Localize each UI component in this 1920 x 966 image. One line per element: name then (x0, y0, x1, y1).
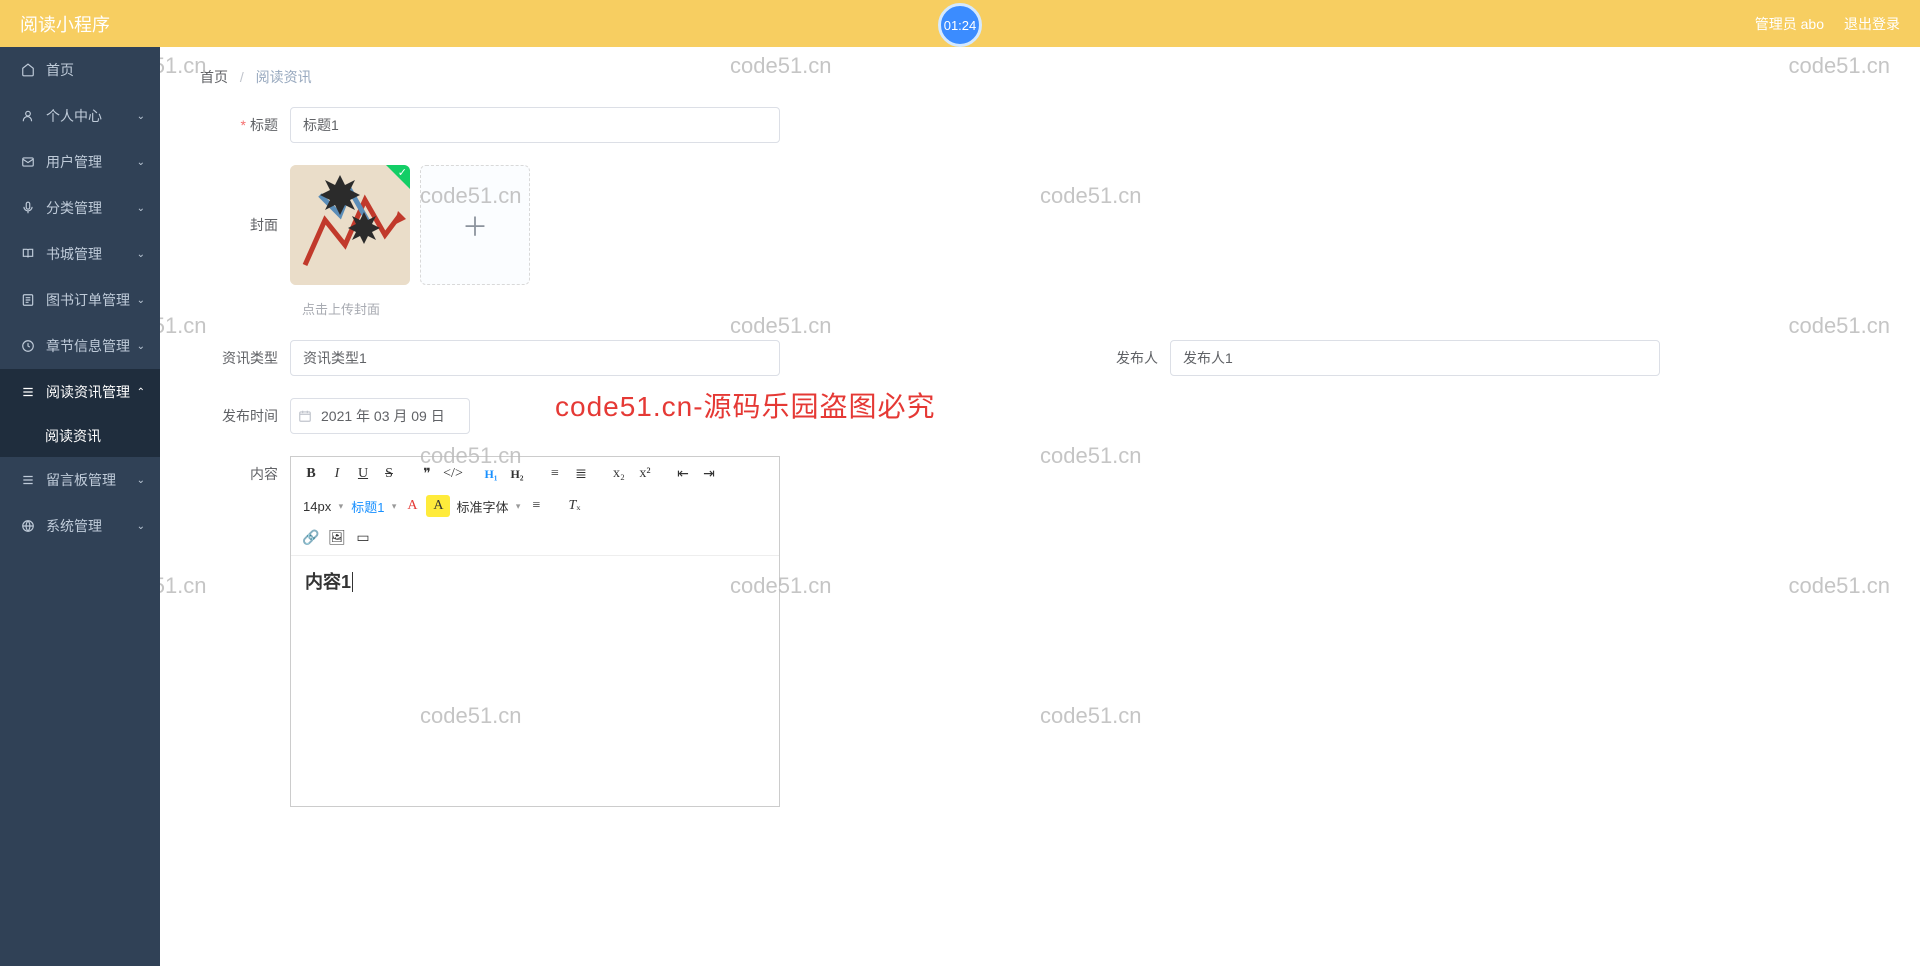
upload-hint: 点击上传封面 (302, 299, 1880, 318)
order-icon (20, 292, 36, 308)
chevron-down-icon: ⌄ (137, 111, 145, 122)
list-icon (20, 472, 36, 488)
book-icon (20, 246, 36, 262)
globe-icon (20, 518, 36, 534)
content-label: 内容 (200, 456, 290, 492)
check-icon: ✓ (398, 166, 407, 179)
strike-button[interactable]: S (377, 463, 401, 485)
bold-button[interactable]: B (299, 463, 323, 485)
sidebar-subitem-news-list[interactable]: 阅读资讯 (0, 415, 160, 457)
h2-button[interactable]: H₂ (505, 463, 529, 485)
image-button[interactable]: 🖼 (325, 527, 349, 549)
sidebar-item-system[interactable]: 系统管理 ⌄ (0, 503, 160, 549)
sidebar-item-label: 章节信息管理 (46, 336, 130, 356)
h1-button[interactable]: H₁ (479, 463, 503, 485)
sidebar-item-label: 首页 (46, 60, 74, 80)
main-content: code51.cn code51.cn code51.cn code51.cn … (160, 47, 1920, 966)
infotype-label: 资讯类型 (200, 340, 290, 376)
sidebar-item-label: 个人中心 (46, 106, 102, 126)
ul-button[interactable]: ≣ (569, 463, 593, 485)
cover-label: 封面 (200, 165, 290, 285)
publishtime-input[interactable] (290, 398, 470, 434)
breadcrumb-root[interactable]: 首页 (200, 69, 228, 85)
underline-button[interactable]: U (351, 463, 375, 485)
chevron-down-icon: ⌄ (137, 521, 145, 532)
chevron-down-icon: ⌄ (137, 157, 145, 168)
breadcrumb-current: 阅读资讯 (256, 69, 312, 85)
align-button[interactable]: ≡ (524, 495, 548, 517)
sidebar-subitem-label: 阅读资讯 (45, 426, 101, 446)
sidebar-item-label: 书城管理 (46, 244, 102, 264)
upload-add-button[interactable]: ＋ (420, 165, 530, 285)
rich-editor: B I U S ❞ </> H₁ H₂ ≡ ≣ (290, 456, 780, 807)
indent-button[interactable]: ⇤ (671, 463, 695, 485)
breadcrumb: 首页 / 阅读资讯 (200, 67, 1880, 87)
publisher-input[interactable] (1170, 340, 1660, 376)
mic-icon (20, 200, 36, 216)
heading-select[interactable]: 标题1 (347, 495, 398, 517)
superscript-button[interactable]: x² (633, 463, 657, 485)
sidebar-item-users[interactable]: 用户管理 ⌄ (0, 139, 160, 185)
sidebar-item-bookstore[interactable]: 书城管理 ⌄ (0, 231, 160, 277)
video-button[interactable]: ▭ (351, 527, 375, 549)
chevron-down-icon: ⌄ (137, 341, 145, 352)
infotype-input[interactable] (290, 340, 780, 376)
calendar-icon (298, 409, 312, 423)
sidebar-item-label: 分类管理 (46, 198, 102, 218)
breadcrumb-sep: / (240, 69, 244, 85)
fontfamily-select[interactable]: 标准字体 (452, 495, 522, 517)
sidebar-item-orders[interactable]: 图书订单管理 ⌄ (0, 277, 160, 323)
textcolor-button[interactable]: A (400, 495, 424, 517)
sidebar-item-guestbook[interactable]: 留言板管理 ⌄ (0, 457, 160, 503)
editor-toolbar: B I U S ❞ </> H₁ H₂ ≡ ≣ (291, 457, 779, 556)
sidebar-item-profile[interactable]: 个人中心 ⌄ (0, 93, 160, 139)
bgcolor-button[interactable]: A (426, 495, 450, 517)
title-label: *标题 (200, 107, 290, 143)
sidebar-item-label: 用户管理 (46, 152, 102, 172)
publishtime-label: 发布时间 (200, 398, 290, 434)
plus-icon: ＋ (462, 207, 488, 244)
sidebar: 首页 个人中心 ⌄ 用户管理 ⌄ 分类管理 ⌄ 书城管理 ⌄ (0, 47, 160, 966)
chevron-down-icon: ⌄ (137, 203, 145, 214)
sidebar-item-label: 阅读资讯管理 (46, 382, 130, 402)
sidebar-item-label: 留言板管理 (46, 470, 116, 490)
clearformat-button[interactable]: Tₓ (562, 495, 586, 517)
publisher-label: 发布人 (1080, 340, 1170, 376)
clock-icon (20, 338, 36, 354)
admin-label[interactable]: 管理员 abo (1755, 14, 1824, 34)
logout-link[interactable]: 退出登录 (1844, 14, 1900, 34)
user-icon (20, 108, 36, 124)
title-input[interactable] (290, 107, 780, 143)
subscript-button[interactable]: x₂ (607, 463, 631, 485)
sidebar-item-chapters[interactable]: 章节信息管理 ⌄ (0, 323, 160, 369)
watermark: code51.cn (160, 313, 207, 339)
cover-thumbnail[interactable]: ✓ (290, 165, 410, 285)
sidebar-item-home[interactable]: 首页 (0, 47, 160, 93)
chevron-down-icon: ⌄ (137, 295, 145, 306)
home-icon (20, 62, 36, 78)
chevron-up-icon: ⌃ (137, 387, 145, 398)
sidebar-item-label: 系统管理 (46, 516, 102, 536)
editor-content[interactable]: 内容1 (291, 556, 779, 806)
fontsize-select[interactable]: 14px (299, 495, 345, 517)
mail-icon (20, 154, 36, 170)
sidebar-item-news[interactable]: 阅读资讯管理 ⌃ (0, 369, 160, 415)
link-button[interactable]: 🔗 (299, 527, 323, 549)
chevron-down-icon: ⌄ (137, 249, 145, 260)
code-button[interactable]: </> (441, 463, 465, 485)
timer-badge: 01:24 (938, 3, 982, 47)
sidebar-item-category[interactable]: 分类管理 ⌄ (0, 185, 160, 231)
quote-button[interactable]: ❞ (415, 463, 439, 485)
sidebar-item-label: 图书订单管理 (46, 290, 130, 310)
list-icon (20, 384, 36, 400)
app-title: 阅读小程序 (20, 11, 110, 37)
chevron-down-icon: ⌄ (137, 475, 145, 486)
ol-button[interactable]: ≡ (543, 463, 567, 485)
italic-button[interactable]: I (325, 463, 349, 485)
app-header: 阅读小程序 01:24 管理员 abo 退出登录 (0, 0, 1920, 47)
outdent-button[interactable]: ⇥ (697, 463, 721, 485)
